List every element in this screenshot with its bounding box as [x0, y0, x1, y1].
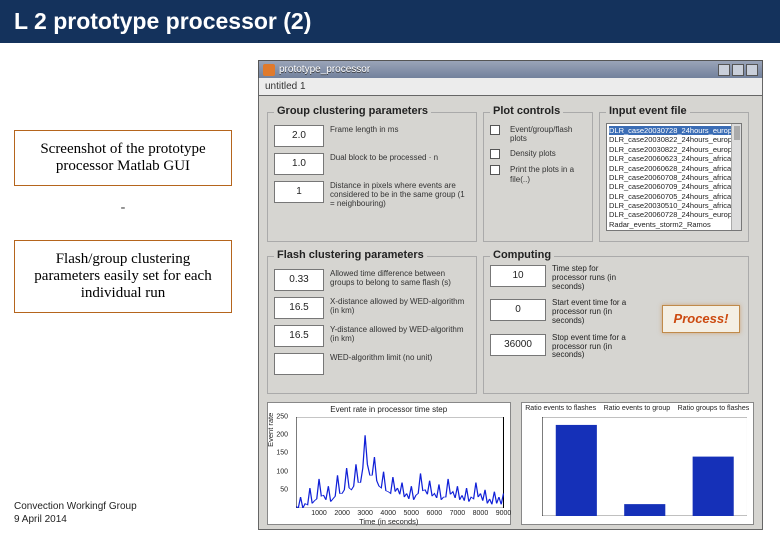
- ratio-title-2: Ratio groups to flashes: [678, 405, 750, 412]
- maximize-icon[interactable]: [732, 64, 744, 76]
- group-input-2[interactable]: 1: [274, 181, 324, 203]
- group-desc-1: Dual block to be processed · n: [330, 153, 470, 162]
- flash-input-1[interactable]: 16.5: [274, 297, 324, 319]
- list-item[interactable]: DLR_case20060705_24hours_africa_mew: [609, 192, 739, 201]
- checkbox-eventplots[interactable]: [490, 125, 500, 135]
- group-desc-2: Distance in pixels where events are cons…: [330, 181, 470, 209]
- bar-plot-svg: [542, 417, 748, 516]
- flash-input-3[interactable]: [274, 353, 324, 375]
- list-item[interactable]: DLR_case20030510_24hours_africa_lr: [609, 201, 739, 210]
- caption-screenshot: Screenshot of the prototype processor Ma…: [14, 130, 232, 186]
- list-item[interactable]: DLR_case20060709_24hours_africa_euw: [609, 182, 739, 191]
- flash-desc-3: WED-algorithm limit (no unit): [330, 353, 470, 362]
- comp-input-2[interactable]: 36000: [490, 334, 546, 356]
- caption-dash: -: [14, 200, 232, 216]
- comp-desc-1: Start event time for a processor run (in…: [552, 299, 632, 325]
- slide-footer: Convection Workingf Group 9 April 2014: [14, 501, 137, 526]
- panel-input-event-file: Input event file DLR_case20030728_24hour…: [599, 112, 749, 242]
- plot-label-1: Density plots: [510, 149, 586, 158]
- matlab-window-title: prototype_processor: [279, 64, 370, 75]
- event-file-listbox[interactable]: DLR_case20030728_24hours_europe_new DLR_…: [606, 123, 742, 231]
- footer-group: Convection Workingf Group: [14, 501, 137, 514]
- chart-left-xaxis: 100020003000400050006000700080009000: [296, 510, 504, 522]
- ratio-title-1: Ratio events to group: [604, 405, 671, 412]
- panel-title-flash: Flash clustering parameters: [274, 249, 427, 261]
- flash-input-2[interactable]: 16.5: [274, 325, 324, 347]
- checkbox-density[interactable]: [490, 149, 500, 159]
- matlab-titlebar[interactable]: prototype_processor: [258, 60, 763, 78]
- chart-left-title: Event rate in processor time step: [268, 405, 510, 414]
- flash-desc-1: X-distance allowed by WED-algorithm (in …: [330, 297, 470, 315]
- panel-title-group: Group clustering parameters: [274, 105, 431, 117]
- panel-title-plot: Plot controls: [490, 105, 563, 117]
- chart-ratios: Ratio events to flashes Ratio events to …: [521, 402, 755, 525]
- minimize-icon[interactable]: [718, 64, 730, 76]
- list-item[interactable]: DLR_case20060728_24hours_europe_highsc: [609, 210, 739, 219]
- ratio-title-0: Ratio events to flashes: [525, 405, 596, 412]
- panel-flash-clustering: Flash clustering parameters 0.33Allowed …: [267, 256, 477, 394]
- panel-title-event: Input event file: [606, 105, 690, 117]
- comp-desc-2: Stop event time for a processor run (in …: [552, 334, 632, 360]
- list-item[interactable]: DLR_case20030822_24hours_europe_low: [609, 145, 739, 154]
- matlab-help-label: untitled 1: [265, 81, 306, 92]
- comp-desc-0: Time step for processor runs (in seconds…: [552, 265, 632, 291]
- comp-input-0[interactable]: 10: [490, 265, 546, 287]
- panel-computing: Computing 10Time step for processor runs…: [483, 256, 749, 394]
- flash-input-0[interactable]: 0.33: [274, 269, 324, 291]
- process-button[interactable]: Process!: [662, 305, 740, 333]
- listbox-scrollbar[interactable]: [731, 124, 741, 230]
- matlab-window: prototype_processor untitled 1 Group clu…: [258, 60, 763, 530]
- panel-plot-controls: Plot controls Event/group/flash plots De…: [483, 112, 593, 242]
- plot-label-2: Print the plots in a file(..): [510, 165, 586, 183]
- flash-desc-2: Y-distance allowed by WED-algorithm (in …: [330, 325, 470, 343]
- close-icon[interactable]: [746, 64, 758, 76]
- list-item[interactable]: DLR_case20030822_24hours_europe_hig: [609, 135, 739, 144]
- checkbox-printfile[interactable]: [490, 165, 500, 175]
- list-item[interactable]: DLR_case20030728_24hours_europe_new: [609, 126, 739, 135]
- flash-desc-0: Allowed time difference between groups t…: [330, 269, 470, 287]
- chart-event-rate: Event rate in processor time step Event …: [267, 402, 511, 525]
- comp-input-1[interactable]: 0: [490, 299, 546, 321]
- slide-title: L 2 prototype processor (2): [0, 0, 780, 43]
- list-item[interactable]: DLR_case20060708_24hours_africa_mcw: [609, 173, 739, 182]
- footer-date: 9 April 2014: [14, 514, 137, 527]
- plot-label-0: Event/group/flash plots: [510, 125, 586, 143]
- list-item[interactable]: Radar_events_storm2_Ramos: [609, 220, 739, 229]
- group-input-1[interactable]: 1.0: [274, 153, 324, 175]
- matlab-logo-icon: [263, 64, 275, 76]
- group-desc-0: Frame length in ms: [330, 125, 470, 134]
- matlab-toolbar: untitled 1: [258, 78, 763, 96]
- chart-left-yaxis: 50100150200250: [270, 417, 290, 508]
- panel-group-clustering: Group clustering parameters 2.0Frame len…: [267, 112, 477, 242]
- line-plot-svg: [296, 417, 504, 508]
- panel-title-computing: Computing: [490, 249, 554, 261]
- caption-params: Flash/group clustering parameters easily…: [14, 240, 232, 313]
- list-item[interactable]: DLR_case20060623_24hours_african_me: [609, 154, 739, 163]
- list-item[interactable]: DLR_case20060628_24hours_africa_euw: [609, 164, 739, 173]
- group-input-0[interactable]: 2.0: [274, 125, 324, 147]
